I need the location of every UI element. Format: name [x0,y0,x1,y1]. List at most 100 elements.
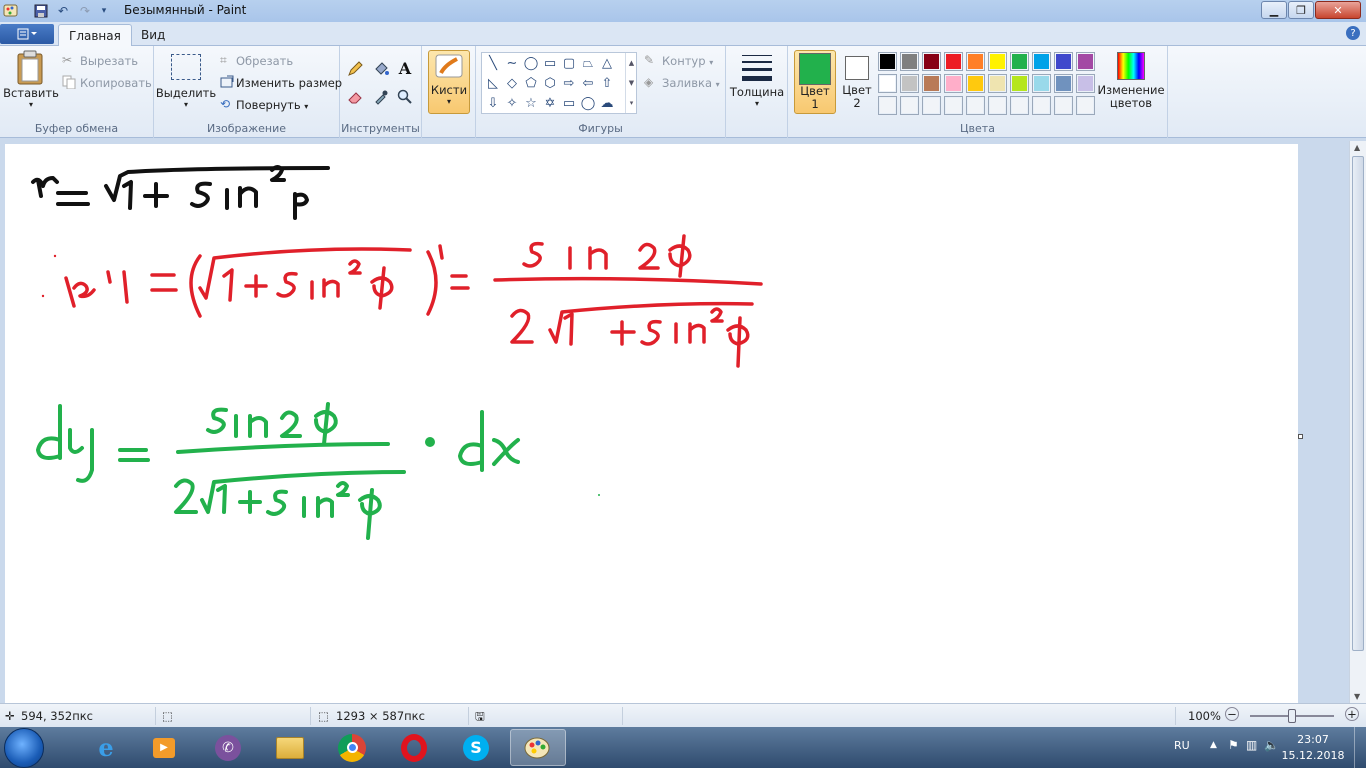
palette-color-swatch[interactable] [988,52,1007,71]
triangle-shape-icon[interactable]: △ [598,54,616,72]
palette-color-swatch[interactable] [944,74,963,93]
up-arrow-shape-icon[interactable]: ⇧ [598,74,616,92]
pentagon-shape-icon[interactable]: ⬠ [522,74,540,92]
fill-button[interactable]: Заливка ▾ [662,76,720,90]
clock-time[interactable]: 23:07 [1288,733,1338,746]
palette-color-swatch[interactable] [1032,74,1051,93]
select-button[interactable]: Выделить ▾ [156,54,216,114]
quick-access-dropdown-icon[interactable]: ▾ [95,2,113,20]
palette-empty-swatch[interactable] [1032,96,1051,115]
six-point-star-shape-icon[interactable]: ✡ [541,94,559,112]
taskbar-media-player[interactable]: ▶ [136,729,192,766]
color2-button[interactable]: Цвет 2 [838,50,876,114]
action-center-icon[interactable]: ⚑ [1228,738,1239,752]
palette-color-swatch[interactable] [966,52,985,71]
palette-color-swatch[interactable] [1032,52,1051,71]
five-point-star-shape-icon[interactable]: ☆ [522,94,540,112]
outline-button[interactable]: Контур ▾ [662,54,713,68]
scroll-down-icon[interactable]: ▼ [1354,692,1360,701]
palette-color-swatch[interactable] [922,52,941,71]
eraser-icon[interactable] [346,88,364,106]
taskbar-paint[interactable] [510,729,566,766]
palette-color-swatch[interactable] [1010,74,1029,93]
minimize-button[interactable]: ▁ [1261,1,1287,19]
oval-shape-icon[interactable]: ◯ [522,54,540,72]
palette-empty-swatch[interactable] [900,96,919,115]
rect-callout-shape-icon[interactable]: ▭ [560,94,578,112]
taskbar-viber[interactable]: ✆ [200,729,256,766]
size-button[interactable]: Толщина ▾ [730,52,784,114]
magnifier-icon[interactable] [396,88,414,106]
taskbar-skype[interactable]: S [448,729,504,766]
oval-callout-shape-icon[interactable]: ◯ [579,94,597,112]
taskbar-internet-explorer[interactable]: e [78,729,134,766]
palette-color-swatch[interactable] [966,74,985,93]
canvas-resize-grip-right[interactable] [1298,434,1303,439]
copy-button[interactable]: Копировать [80,76,152,90]
taskbar-opera[interactable] [386,729,442,766]
scroll-up-icon[interactable]: ▲ [1354,143,1360,152]
palette-empty-swatch[interactable] [878,96,897,115]
palette-color-swatch[interactable] [944,52,963,71]
palette-color-swatch[interactable] [1054,52,1073,71]
right-arrow-shape-icon[interactable]: ⇨ [560,74,578,92]
palette-color-swatch[interactable] [1054,74,1073,93]
crop-button[interactable]: Обрезать [236,54,293,68]
line-shape-icon[interactable]: ╲ [484,54,502,72]
palette-color-swatch[interactable] [922,74,941,93]
palette-empty-swatch[interactable] [1076,96,1095,115]
file-menu-button[interactable] [0,24,54,44]
text-tool-icon[interactable]: A [396,59,414,78]
color-picker-icon[interactable] [372,88,390,106]
brushes-button[interactable]: Кисти ▾ [428,50,470,114]
color1-button[interactable]: Цвет 1 [794,50,836,114]
down-arrow-shape-icon[interactable]: ⇩ [484,94,502,112]
rectangle-shape-icon[interactable]: ▭ [541,54,559,72]
close-button[interactable]: ✕ [1315,1,1361,19]
shapes-scroll[interactable]: ▲ ▼ ▾ [625,53,637,113]
fill-bucket-icon[interactable] [372,60,390,78]
save-icon[interactable] [32,2,50,20]
cloud-callout-shape-icon[interactable]: ☁ [598,94,616,112]
show-desktop-button[interactable] [1354,727,1366,768]
palette-color-swatch[interactable] [1076,52,1095,71]
language-indicator[interactable]: RU [1174,739,1190,752]
palette-color-swatch[interactable] [900,52,919,71]
taskbar-explorer[interactable] [262,729,318,766]
cut-button[interactable]: Вырезать [80,54,138,68]
edit-colors-button[interactable]: Изменение цветов [1097,52,1165,114]
palette-empty-swatch[interactable] [966,96,985,115]
zoom-in-icon[interactable]: + [1345,707,1359,721]
drawing-canvas[interactable] [5,144,1298,703]
zoom-out-icon[interactable]: − [1225,707,1239,721]
hexagon-shape-icon[interactable]: ⬡ [541,74,559,92]
rounded-rectangle-shape-icon[interactable]: ▢ [560,54,578,72]
palette-color-swatch[interactable] [988,74,1007,93]
tab-view[interactable]: Вид [131,24,175,46]
redo-icon[interactable]: ↷ [76,2,94,20]
palette-empty-swatch[interactable] [922,96,941,115]
rotate-button[interactable]: Повернуть ▾ [236,98,308,112]
palette-color-swatch[interactable] [878,74,897,93]
curve-shape-icon[interactable]: ∼ [503,54,521,72]
four-point-star-shape-icon[interactable]: ✧ [503,94,521,112]
palette-empty-swatch[interactable] [944,96,963,115]
scrollbar-thumb[interactable] [1352,156,1364,651]
help-icon[interactable]: ? [1346,26,1360,40]
vertical-scrollbar[interactable]: ▲ ▼ [1349,141,1366,703]
undo-icon[interactable]: ↶ [54,2,72,20]
zoom-slider-thumb[interactable] [1288,709,1296,723]
right-triangle-shape-icon[interactable]: ◺ [484,74,502,92]
pencil-icon[interactable] [346,60,364,78]
palette-empty-swatch[interactable] [1010,96,1029,115]
start-button[interactable] [4,728,44,768]
palette-color-swatch[interactable] [1010,52,1029,71]
maximize-button[interactable]: ❐ [1288,1,1314,19]
palette-color-swatch[interactable] [900,74,919,93]
taskbar-chrome[interactable] [324,729,380,766]
diamond-shape-icon[interactable]: ◇ [503,74,521,92]
resize-button[interactable]: Изменить размер [236,76,342,90]
show-hidden-icons[interactable]: ▲ [1210,740,1217,750]
polygon-shape-icon[interactable]: ⏢ [579,54,597,72]
palette-color-swatch[interactable] [1076,74,1095,93]
